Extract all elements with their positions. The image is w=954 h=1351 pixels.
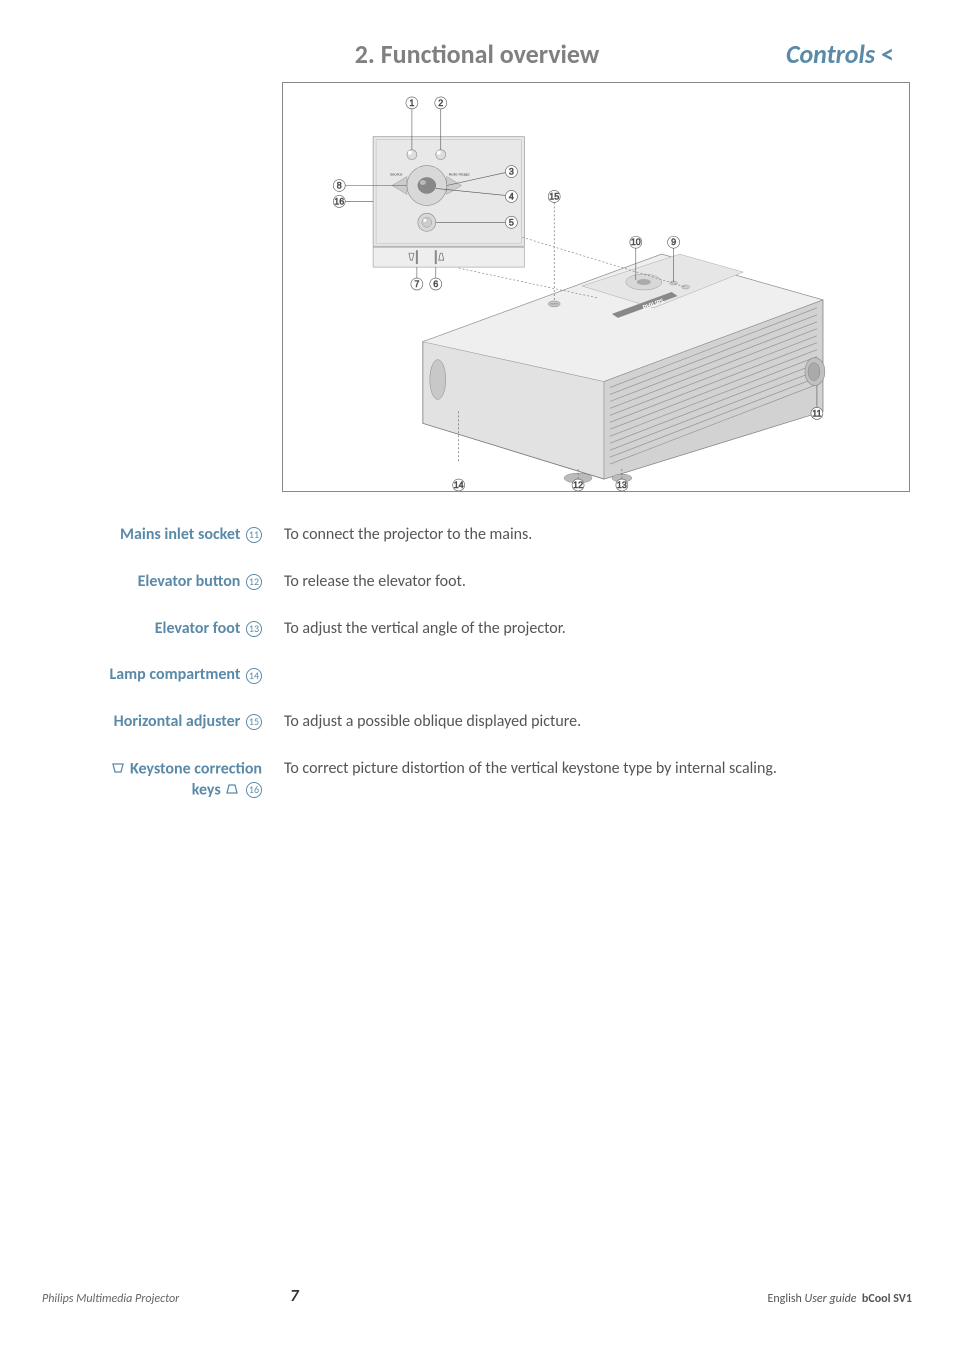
svg-text:16: 16 [334,196,344,206]
svg-text:2: 2 [438,98,443,108]
item-label: Mains inlet socket 11 [40,525,270,546]
item-label: Keystone correction keys 16 [40,759,270,801]
section-name: Controls [786,38,875,70]
keystone-up-icon [226,780,238,801]
svg-text:4: 4 [509,191,514,201]
item-desc: To connect the projector to the mains. [270,525,914,546]
svg-text:15: 15 [549,191,559,201]
keystone-bar [373,247,524,267]
item-label: Elevator button 12 [40,572,270,593]
footer-right-text: English User guide bCool SV1 [768,1292,913,1306]
projector-body: PHILIPS [423,254,825,483]
item-label: Lamp compartment 14 [40,665,270,686]
section-subtitle: Controls < [786,38,894,70]
item-desc: To release the elevator foot. [270,572,914,593]
item-desc: To adjust the vertical angle of the proj… [270,619,914,640]
callout-ref-icon: 12 [246,574,262,590]
chevron-left-icon: < [881,38,894,70]
page-number: 7 [290,1285,299,1306]
svg-text:14: 14 [454,480,464,490]
source-label: Source [390,173,403,178]
svg-text:12: 12 [573,480,583,490]
svg-text:9: 9 [671,237,676,247]
item-label: Horizontal adjuster 15 [40,712,270,733]
item-desc: To adjust a possible oblique displayed p… [270,712,914,733]
list-item: Lamp compartment 14 [40,665,914,686]
footer-left-text: Philips Multimedia Projector [42,1292,179,1306]
callout-ref-icon: 13 [246,621,262,637]
list-item: Keystone correction keys 16 To correct p… [40,759,914,801]
svg-text:5: 5 [509,217,514,227]
autoimage-label: Auto Image [449,173,471,178]
svg-text:13: 13 [617,480,627,490]
svg-text:6: 6 [433,279,438,289]
item-label: Elevator foot 13 [40,619,270,640]
callout-ref-icon: 14 [246,668,262,684]
callout-ref-icon: 11 [246,527,262,543]
list-item: Elevator button 12 To release the elevat… [40,572,914,593]
svg-text:8: 8 [337,180,342,190]
svg-text:1: 1 [409,98,414,108]
projector-diagram: Source Auto Image 1 2 [282,82,910,492]
svg-text:11: 11 [812,408,821,418]
callout-ref-icon: 16 [246,782,262,798]
list-item: Horizontal adjuster 15 To adjust a possi… [40,712,914,733]
list-item: Mains inlet socket 11 To connect the pro… [40,525,914,546]
svg-text:3: 3 [509,167,514,177]
svg-text:10: 10 [631,237,641,247]
controls-list: Mains inlet socket 11 To connect the pro… [40,525,914,827]
keystone-down-icon [112,759,124,780]
callout-ref-icon: 15 [246,714,262,730]
page-footer: Philips Multimedia Projector 7 English U… [42,1292,912,1306]
list-item: Elevator foot 13 To adjust the vertical … [40,619,914,640]
item-desc: To correct picture distortion of the ver… [270,759,914,780]
section-title: 2. Functional overview [60,38,894,70]
svg-text:7: 7 [414,279,419,289]
control-panel: Source Auto Image [373,137,524,246]
